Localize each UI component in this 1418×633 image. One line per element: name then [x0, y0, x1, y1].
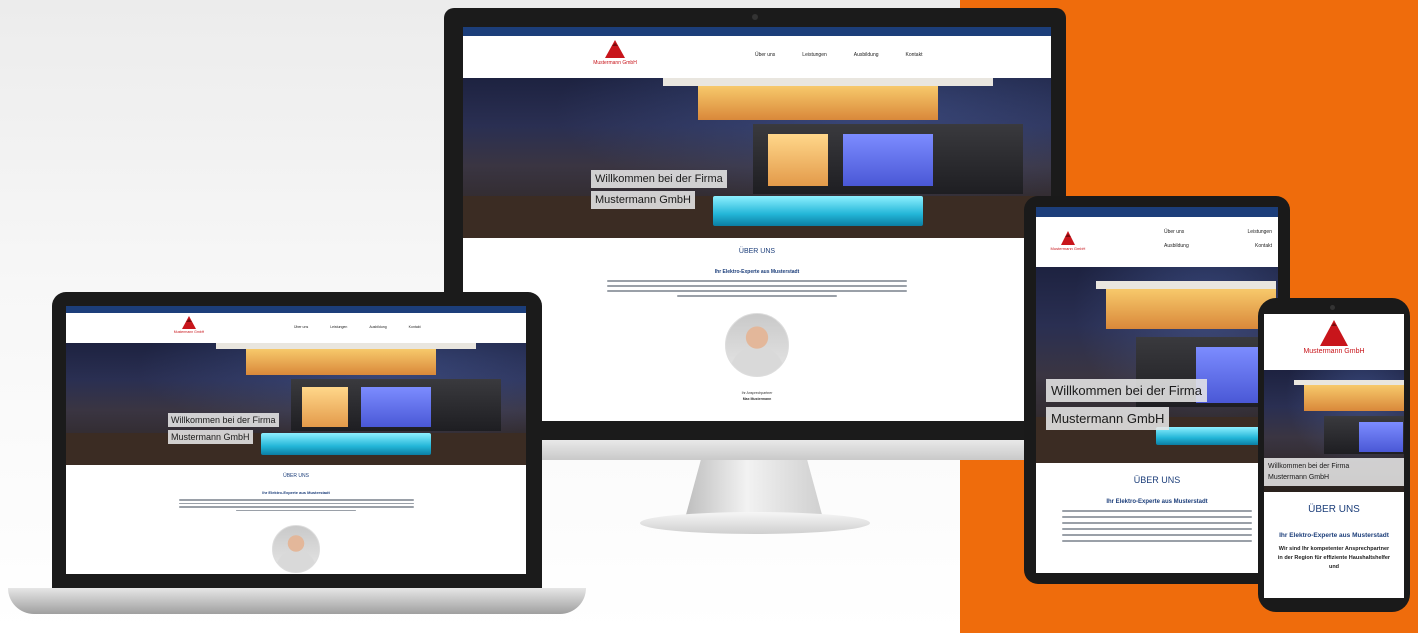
- house-upper-windows: [246, 349, 436, 375]
- phone-header: Mustermann GmbH: [1264, 314, 1404, 370]
- phone-hero-caption: Willkommen bei der Firma Mustermann GmbH: [1264, 458, 1404, 486]
- phone-hero-caption-line1: Willkommen bei der Firma: [1268, 463, 1350, 470]
- pool: [261, 433, 431, 455]
- desktop-header: Mustermann GmbH Über uns Leistungen Ausb…: [463, 36, 1051, 78]
- desktop-hero-caption-line1: Willkommen bei der Firma: [591, 170, 727, 188]
- desktop-hero-image: Willkommen bei der Firma Mustermann GmbH: [463, 78, 1051, 238]
- desktop-menu: Über uns Leistungen Ausbildung Kontakt: [755, 52, 922, 58]
- phone-screen: Mustermann GmbH Willkommen bei der Firma…: [1264, 314, 1404, 598]
- tablet-hero-caption-line1: Willkommen bei der Firma: [1046, 379, 1207, 402]
- laptop-base: [8, 588, 586, 614]
- about-paragraph: Wir sind Ihr kompetenter Ansprechpartner…: [1277, 546, 1391, 570]
- phone-hero-image: Willkommen bei der Firma Mustermann GmbH: [1264, 370, 1404, 492]
- menu-item-ausbildung[interactable]: Ausbildung: [1164, 243, 1189, 249]
- desktop-about-section: ÜBER UNS Ihr Elektro-Experte aus Musters…: [463, 238, 1051, 401]
- monitor-camera: [752, 14, 758, 20]
- laptop-hero-image: Willkommen bei der Firma Mustermann GmbH: [66, 343, 526, 465]
- phone-about-section: ÜBER UNS Ihr Elektro-Experte aus Musters…: [1264, 492, 1404, 572]
- tablet-screen: Mustermann GmbH Über uns Leistungen Ausb…: [1036, 207, 1278, 573]
- tablet-about-section: ÜBER UNS Ihr Elektro-Experte aus Musters…: [1036, 463, 1278, 542]
- menu-item-leistungen[interactable]: Leistungen: [802, 52, 826, 58]
- tablet-contact-bar: [1036, 207, 1278, 217]
- phone-logo[interactable]: Mustermann GmbH: [1264, 320, 1404, 355]
- house-blue-window: [361, 387, 431, 427]
- about-heading: ÜBER UNS: [283, 473, 309, 479]
- laptop-contact-bar: [66, 306, 526, 313]
- house-blue-window: [843, 134, 933, 186]
- tablet-menu: Über uns Leistungen Ausbildung Kontakt: [1164, 229, 1272, 249]
- logo-icon: [1061, 231, 1075, 245]
- about-paragraph: [66, 499, 526, 511]
- contact-name: Max Mustermann: [742, 397, 772, 401]
- house-roof: [663, 78, 993, 86]
- monitor-stand-base: [640, 512, 870, 534]
- logo-icon: [605, 40, 625, 58]
- house-blue-window: [1359, 422, 1403, 452]
- house-roof: [1096, 281, 1276, 289]
- about-subheading: Ihr Elektro-Experte aus Musterstadt: [262, 490, 330, 495]
- tablet-header: Mustermann GmbH Über uns Leistungen Ausb…: [1036, 217, 1278, 267]
- logo-text: Mustermann GmbH: [1050, 246, 1086, 251]
- about-subheading: Ihr Elektro-Experte aus Musterstadt: [714, 269, 800, 275]
- about-heading: ÜBER UNS: [1133, 475, 1181, 485]
- logo-text: Mustermann GmbH: [1303, 348, 1365, 355]
- pool: [713, 196, 923, 226]
- house-lower-window: [768, 134, 828, 186]
- house-upper-windows: [1304, 385, 1404, 411]
- menu-item-ausbildung[interactable]: Ausbildung: [854, 52, 879, 58]
- about-heading: ÜBER UNS: [738, 248, 776, 255]
- menu-item-ueber-uns[interactable]: Über uns: [1164, 229, 1184, 235]
- tablet-hero-image: Willkommen bei der Firma Mustermann GmbH: [1036, 267, 1278, 463]
- laptop-hero-caption-line1: Willkommen bei der Firma: [168, 413, 279, 427]
- tablet-logo[interactable]: Mustermann GmbH: [1044, 231, 1092, 251]
- about-heading: ÜBER UNS: [1308, 504, 1360, 515]
- house-upper-windows: [698, 86, 938, 120]
- house-upper-windows: [1106, 289, 1276, 329]
- laptop-menu: Über uns Leistungen Ausbildung Kontakt: [294, 325, 421, 329]
- logo-icon: [1320, 320, 1348, 346]
- about-paragraph: [463, 280, 1051, 297]
- menu-item-kontakt[interactable]: Kontakt: [906, 52, 923, 58]
- menu-item-kontakt[interactable]: Kontakt: [409, 325, 421, 329]
- house-lower-window: [302, 387, 348, 427]
- contact-avatar: [725, 313, 789, 377]
- contact-avatar: [272, 525, 320, 573]
- laptop-about-section: ÜBER UNS Ihr Elektro-Experte aus Musters…: [66, 465, 526, 573]
- laptop-header: Mustermann GmbH Über uns Leistungen Ausb…: [66, 313, 526, 343]
- phone-camera: [1330, 305, 1335, 310]
- logo-text: Mustermann GmbH: [173, 330, 205, 334]
- menu-item-ueber-uns[interactable]: Über uns: [294, 325, 308, 329]
- desktop-hero-caption-line2: Mustermann GmbH: [591, 191, 695, 209]
- menu-item-leistungen[interactable]: Leistungen: [330, 325, 347, 329]
- menu-item-ueber-uns[interactable]: Über uns: [755, 52, 775, 58]
- tablet-hero-caption-line2: Mustermann GmbH: [1046, 407, 1170, 430]
- desktop-logo[interactable]: Mustermann GmbH: [585, 40, 645, 66]
- menu-item-kontakt[interactable]: Kontakt: [1255, 243, 1272, 249]
- phone-hero-caption-line2: Mustermann GmbH: [1268, 474, 1330, 481]
- laptop-hero-caption-line2: Mustermann GmbH: [168, 430, 253, 444]
- desktop-screen: Mustermann GmbH Über uns Leistungen Ausb…: [463, 27, 1051, 421]
- about-subheading: Ihr Elektro-Experte aus Musterstadt: [1279, 532, 1389, 539]
- contact-role: Ihr Ansprechpartner: [741, 391, 773, 395]
- laptop-logo[interactable]: Mustermann GmbH: [166, 316, 212, 334]
- laptop-screen: Mustermann GmbH Über uns Leistungen Ausb…: [66, 306, 526, 574]
- menu-item-ausbildung[interactable]: Ausbildung: [369, 325, 386, 329]
- desktop-contact-bar: [463, 27, 1051, 36]
- menu-item-leistungen[interactable]: Leistungen: [1248, 229, 1272, 235]
- about-paragraph: [1036, 510, 1278, 542]
- about-subheading: Ihr Elektro-Experte aus Musterstadt: [1106, 499, 1208, 505]
- logo-icon: [182, 316, 196, 329]
- logo-text: Mustermann GmbH: [593, 60, 637, 66]
